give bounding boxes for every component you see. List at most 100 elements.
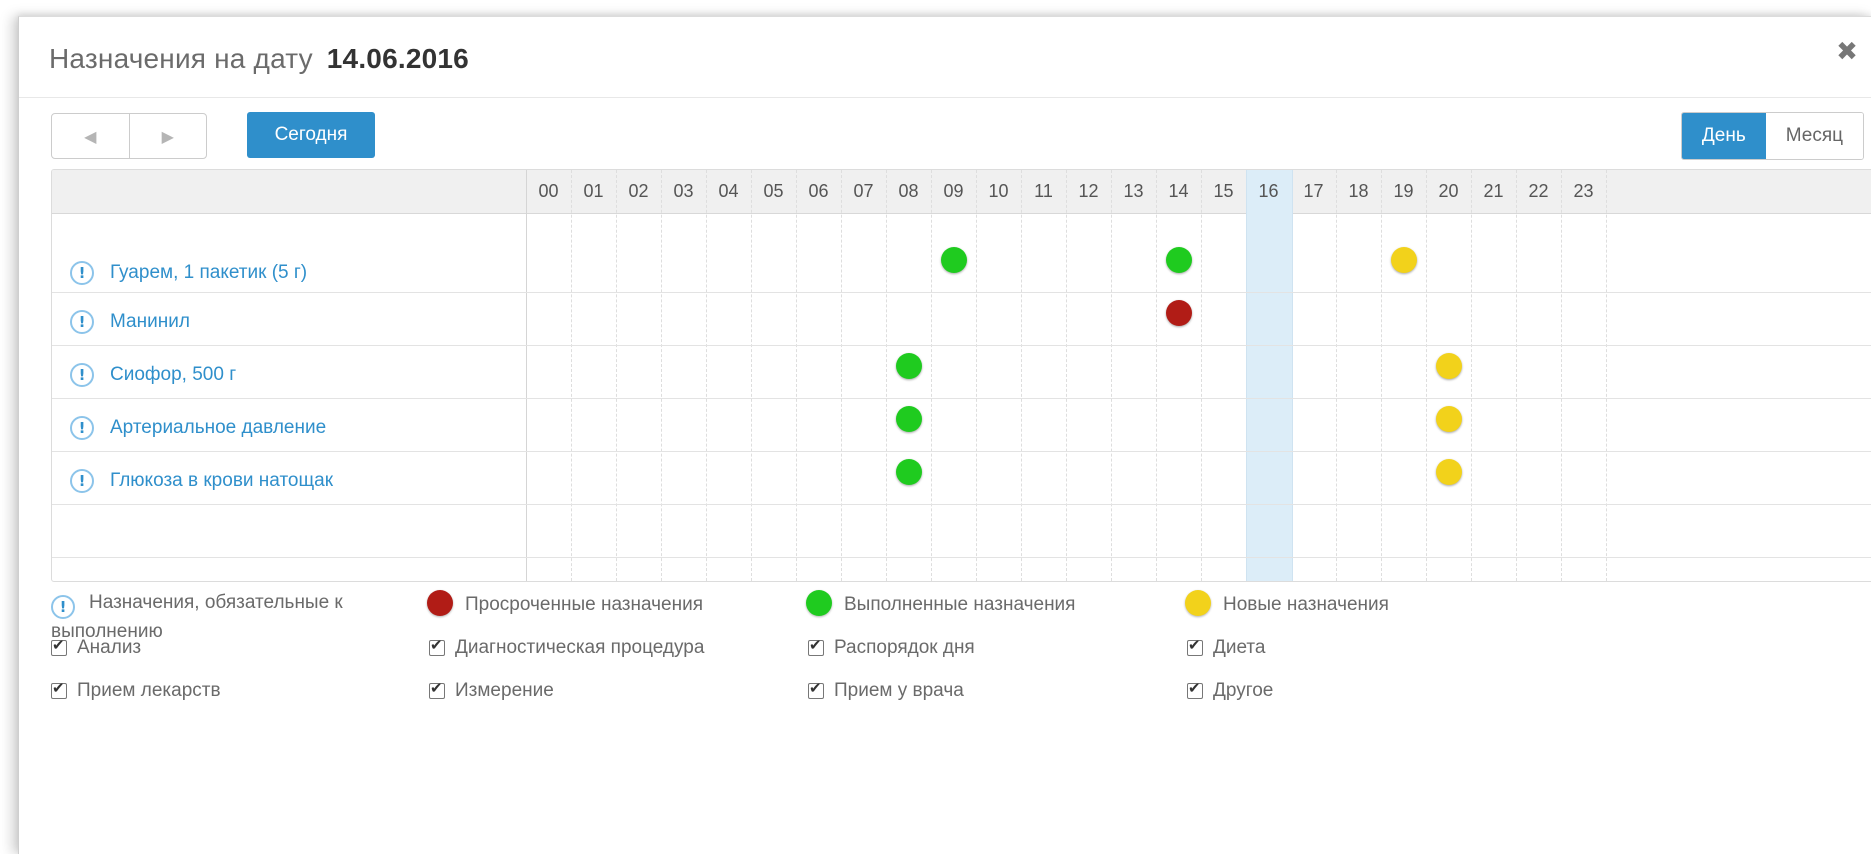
appointment-row-label[interactable]: ! Сиофор, 500 г xyxy=(70,360,236,390)
hour-column-03 xyxy=(661,170,707,581)
checkmark-icon[interactable] xyxy=(808,679,824,699)
exclamation-circle-icon: ! xyxy=(70,261,94,285)
hour-column-17 xyxy=(1291,170,1337,581)
hour-column-06 xyxy=(796,170,842,581)
overdue-dot-icon xyxy=(427,590,453,616)
hour-column-07 xyxy=(841,170,887,581)
row-divider xyxy=(52,398,1871,399)
hour-label: 08 xyxy=(898,181,919,201)
filter-diet[interactable]: Диета xyxy=(1187,636,1266,659)
hour-label: 11 xyxy=(1034,181,1053,201)
legend-done-label: Выполненные назначения xyxy=(844,594,1076,615)
hour-label: 15 xyxy=(1213,181,1234,201)
legend-overdue-label: Просроченные назначения xyxy=(465,594,704,615)
filter-medication[interactable]: Прием лекарств xyxy=(51,679,221,702)
appointment-dot-overdue[interactable] xyxy=(1165,300,1192,326)
filter-label: Измерение xyxy=(455,680,554,701)
hour-column-04 xyxy=(706,170,752,581)
hour-column-13 xyxy=(1111,170,1157,581)
checkmark-icon[interactable] xyxy=(429,679,445,699)
appointment-dot-new[interactable] xyxy=(1390,247,1417,273)
legend-new-label: Новые назначения xyxy=(1223,594,1389,615)
prev-button[interactable]: ◀ xyxy=(52,114,129,158)
hour-column-10 xyxy=(976,170,1022,581)
exclamation-circle-icon: ! xyxy=(70,310,94,334)
hour-label: 05 xyxy=(763,181,784,201)
hour-label: 01 xyxy=(583,181,604,201)
checkmark-icon[interactable] xyxy=(429,636,445,656)
hour-label: 20 xyxy=(1438,181,1459,201)
appointment-row-label[interactable]: ! Гуарем, 1 пакетик (5 г) xyxy=(70,258,307,288)
filter-doctor-visit[interactable]: Прием у врача xyxy=(808,679,964,702)
hour-column-02 xyxy=(616,170,662,581)
hour-label: 13 xyxy=(1123,181,1144,201)
hour-column-14 xyxy=(1156,170,1202,581)
appointment-dot-done[interactable] xyxy=(940,247,967,273)
appointment-dot-done[interactable] xyxy=(895,353,922,379)
hour-label: 12 xyxy=(1078,181,1099,201)
hour-label: 09 xyxy=(943,181,964,201)
modal-title: Назначения на дату 14.06.2016 xyxy=(49,43,469,75)
exclamation-circle-icon: ! xyxy=(70,416,94,440)
date-nav-group: ◀ ▶ xyxy=(51,113,207,159)
modal-title-label: Назначения на дату xyxy=(49,43,313,74)
hour-label: 18 xyxy=(1348,181,1369,201)
legend-overdue: Просроченные назначения xyxy=(427,590,703,618)
hour-column-01 xyxy=(571,170,617,581)
filter-other[interactable]: Другое xyxy=(1187,679,1273,702)
appointment-name: Манинил xyxy=(110,311,190,332)
hour-label: 10 xyxy=(988,181,1009,201)
checkmark-icon[interactable] xyxy=(1187,679,1203,699)
hour-column-09 xyxy=(931,170,977,581)
hour-column-22 xyxy=(1516,170,1562,581)
hour-column-15 xyxy=(1201,170,1247,581)
hour-label: 07 xyxy=(853,181,874,201)
hour-column-21 xyxy=(1471,170,1517,581)
appointment-dot-new[interactable] xyxy=(1435,406,1462,432)
hour-column-18 xyxy=(1336,170,1382,581)
hour-label: 21 xyxy=(1483,181,1504,201)
filter-label: Прием у врача xyxy=(834,680,964,701)
hour-label: 03 xyxy=(673,181,694,201)
checkmark-icon[interactable] xyxy=(1187,636,1203,656)
filter-label: Диагностическая процедура xyxy=(455,637,705,658)
exclamation-circle-icon: ! xyxy=(70,363,94,387)
close-icon[interactable]: ✖ xyxy=(1832,37,1862,67)
appointment-name: Глюкоза в крови натощак xyxy=(110,470,334,491)
checkmark-icon[interactable] xyxy=(51,679,67,699)
appointment-row-label[interactable]: ! Манинил xyxy=(70,307,190,337)
appointment-row-label[interactable]: ! Артериальное давление xyxy=(70,413,326,443)
triangle-left-icon: ◀ xyxy=(84,126,97,146)
appointment-dot-new[interactable] xyxy=(1435,353,1462,379)
hour-column-12 xyxy=(1066,170,1112,581)
hour-label: 14 xyxy=(1168,181,1189,201)
filter-daily-routine[interactable]: Распорядок дня xyxy=(808,636,975,659)
today-button[interactable]: Сегодня xyxy=(247,112,375,158)
view-day-button[interactable]: День xyxy=(1681,113,1766,159)
filter-label: Диета xyxy=(1213,637,1266,658)
appointment-dot-done[interactable] xyxy=(895,459,922,485)
view-switcher: День Месяц xyxy=(1680,112,1864,160)
view-month-button[interactable]: Месяц xyxy=(1765,113,1863,159)
appointment-dot-done[interactable] xyxy=(895,406,922,432)
appointment-dot-done[interactable] xyxy=(1165,247,1192,273)
hour-label: 04 xyxy=(718,181,739,201)
appointment-dot-new[interactable] xyxy=(1435,459,1462,485)
row-divider xyxy=(52,557,1871,558)
done-dot-icon xyxy=(806,590,832,616)
schedule-grid: 00 01 02 03 04 05 06 07 08 09 10 11 12 13 14 15 16 17 18 19… xyxy=(51,169,1871,582)
filter-analysis[interactable]: Анализ xyxy=(51,636,141,659)
hour-column-23 xyxy=(1561,170,1607,581)
checkmark-icon[interactable] xyxy=(808,636,824,656)
hour-column-00 xyxy=(526,170,572,581)
filter-measurement[interactable]: Измерение xyxy=(429,679,554,702)
hour-column-11 xyxy=(1021,170,1067,581)
hour-column-19 xyxy=(1381,170,1427,581)
row-divider xyxy=(52,504,1871,505)
appointment-row-label[interactable]: ! Глюкоза в крови натощак xyxy=(70,466,333,496)
hour-column-16 xyxy=(1246,170,1293,581)
next-button[interactable]: ▶ xyxy=(128,114,207,158)
filter-diagnostic[interactable]: Диагностическая процедура xyxy=(429,636,705,659)
checkmark-icon[interactable] xyxy=(51,636,67,656)
hour-label: 16 xyxy=(1258,181,1279,201)
